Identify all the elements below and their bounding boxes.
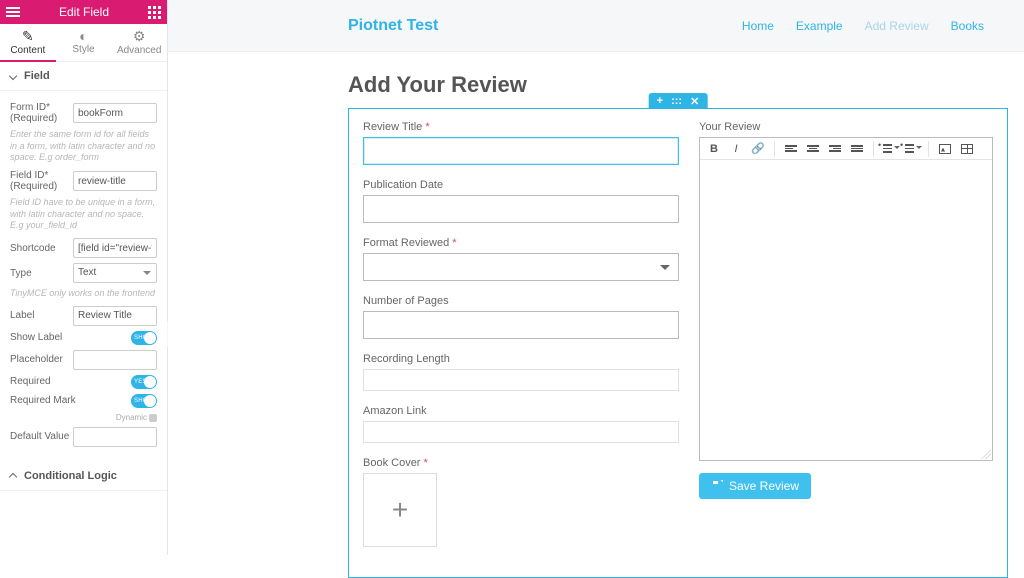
- type-help: TinyMCE only works on the frontend: [10, 288, 157, 300]
- widget-add-icon[interactable]: +: [657, 95, 663, 107]
- label-input[interactable]: [73, 306, 157, 326]
- format-select[interactable]: [363, 253, 679, 281]
- amazon-label: Amazon Link: [363, 405, 679, 417]
- formid-input[interactable]: [73, 103, 157, 123]
- required-toggle[interactable]: YES: [131, 375, 157, 389]
- reclen-input[interactable]: [363, 369, 679, 391]
- tab-label: Content: [10, 45, 45, 56]
- sidebar-header: Edit Field: [0, 0, 167, 24]
- review-title-input[interactable]: [363, 137, 679, 165]
- form-right-column: Your Review B I 🔗: [699, 121, 993, 561]
- align-justify-icon[interactable]: [849, 142, 865, 156]
- separator: [774, 141, 775, 157]
- section-field-body: Form ID* (Required) Enter the same form …: [0, 91, 167, 462]
- requiredmark-toggle[interactable]: SHOW: [131, 394, 157, 408]
- section-title: Conditional Logic: [24, 470, 117, 482]
- chevron-right-icon: [9, 473, 17, 481]
- formid-help: Enter the same form id for all fields in…: [10, 129, 157, 164]
- separator: [928, 141, 929, 157]
- align-left-icon[interactable]: [783, 142, 799, 156]
- type-label: Type: [10, 268, 73, 279]
- page-content: Add Your Review + ::: ✕ Review Title * P…: [168, 52, 1024, 578]
- form-widget[interactable]: + ::: ✕ Review Title * Publication Date: [348, 108, 1008, 578]
- table-icon[interactable]: [959, 142, 975, 156]
- requiredmark-label: Required Mark: [10, 395, 100, 406]
- showlabel-toggle[interactable]: SHOW: [131, 331, 157, 345]
- showlabel-label: Show Label: [10, 332, 100, 343]
- section-conditional-toggle[interactable]: Conditional Logic: [0, 462, 167, 491]
- required-label: Required: [10, 376, 100, 387]
- italic-icon[interactable]: I: [728, 142, 744, 156]
- nav-add-review[interactable]: Add Review: [865, 19, 929, 33]
- preview-area: Piotnet Test Home Example Add Review Boo…: [168, 0, 1024, 555]
- database-icon: [149, 414, 157, 422]
- save-review-button[interactable]: Save Review: [699, 473, 811, 499]
- pubdate-label: Publication Date: [363, 179, 679, 191]
- site-brand[interactable]: Piotnet Test: [348, 17, 438, 35]
- rte-textarea[interactable]: [700, 160, 992, 460]
- editor-sidebar: Edit Field ✎ Content ◐ Style ⚙ Advanced …: [0, 0, 168, 555]
- link-icon[interactable]: 🔗: [750, 142, 766, 156]
- default-label: Default Value: [10, 431, 73, 442]
- menu-icon[interactable]: [6, 7, 20, 17]
- widget-move-icon[interactable]: :::: [671, 95, 682, 107]
- type-select[interactable]: Text: [73, 263, 157, 283]
- rich-text-editor: B I 🔗: [699, 137, 993, 461]
- cover-upload[interactable]: +: [363, 473, 437, 547]
- label-label: Label: [10, 310, 73, 321]
- tab-label: Style: [72, 44, 94, 55]
- default-input[interactable]: [73, 427, 157, 447]
- site-nav: Home Example Add Review Books: [742, 19, 984, 33]
- gear-icon: ⚙: [111, 28, 167, 45]
- tab-style[interactable]: ◐ Style: [56, 24, 112, 61]
- apps-icon[interactable]: [148, 6, 161, 19]
- tab-content[interactable]: ✎ Content: [0, 24, 56, 61]
- site-header: Piotnet Test Home Example Add Review Boo…: [168, 0, 1024, 52]
- nav-example[interactable]: Example: [796, 19, 843, 33]
- amazon-input[interactable]: [363, 421, 679, 443]
- review-title-label: Review Title *: [363, 121, 679, 133]
- yourreview-label: Your Review: [699, 121, 993, 133]
- nav-books[interactable]: Books: [951, 19, 984, 33]
- dynamic-tags[interactable]: Dynamic: [10, 413, 157, 422]
- section-field-toggle[interactable]: Field: [0, 62, 167, 91]
- nav-home[interactable]: Home: [742, 19, 774, 33]
- widget-handle: + ::: ✕: [649, 93, 708, 109]
- sidebar-tabs: ✎ Content ◐ Style ⚙ Advanced: [0, 24, 167, 62]
- save-icon: [711, 480, 723, 492]
- reclen-label: Recording Length: [363, 353, 679, 365]
- format-label: Format Reviewed *: [363, 237, 679, 249]
- chevron-down-icon: [9, 72, 17, 80]
- align-center-icon[interactable]: [805, 142, 821, 156]
- style-icon: ◐: [56, 28, 112, 44]
- sidebar-title: Edit Field: [20, 5, 148, 19]
- pages-input[interactable]: [363, 311, 679, 339]
- placeholder-label: Placeholder: [10, 354, 73, 365]
- save-button-label: Save Review: [729, 479, 799, 493]
- pages-label: Number of Pages: [363, 295, 679, 307]
- widget-close-icon[interactable]: ✕: [690, 95, 699, 108]
- align-right-icon[interactable]: [827, 142, 843, 156]
- image-icon[interactable]: [937, 142, 953, 156]
- form-left-column: Review Title * Publication Date Format R…: [363, 121, 679, 561]
- separator: [873, 141, 874, 157]
- bold-icon[interactable]: B: [706, 142, 722, 156]
- resize-grip-icon[interactable]: [981, 449, 991, 459]
- fieldid-help: Field ID have to be unique in a form, wi…: [10, 197, 157, 232]
- number-list-icon[interactable]: [904, 142, 920, 156]
- tab-advanced[interactable]: ⚙ Advanced: [111, 24, 167, 61]
- bullet-list-icon[interactable]: [882, 142, 898, 156]
- pubdate-input[interactable]: [363, 195, 679, 223]
- placeholder-input[interactable]: [73, 350, 157, 370]
- section-title: Field: [24, 70, 50, 82]
- rte-toolbar: B I 🔗: [700, 138, 992, 160]
- formid-label: Form ID* (Required): [10, 102, 73, 124]
- shortcode-input[interactable]: [73, 238, 157, 258]
- cover-label: Book Cover *: [363, 457, 679, 469]
- fieldid-label: Field ID* (Required): [10, 170, 73, 192]
- tab-label: Advanced: [117, 45, 161, 56]
- pencil-icon: ✎: [0, 28, 56, 45]
- fieldid-input[interactable]: [73, 171, 157, 191]
- shortcode-label: Shortcode: [10, 243, 73, 254]
